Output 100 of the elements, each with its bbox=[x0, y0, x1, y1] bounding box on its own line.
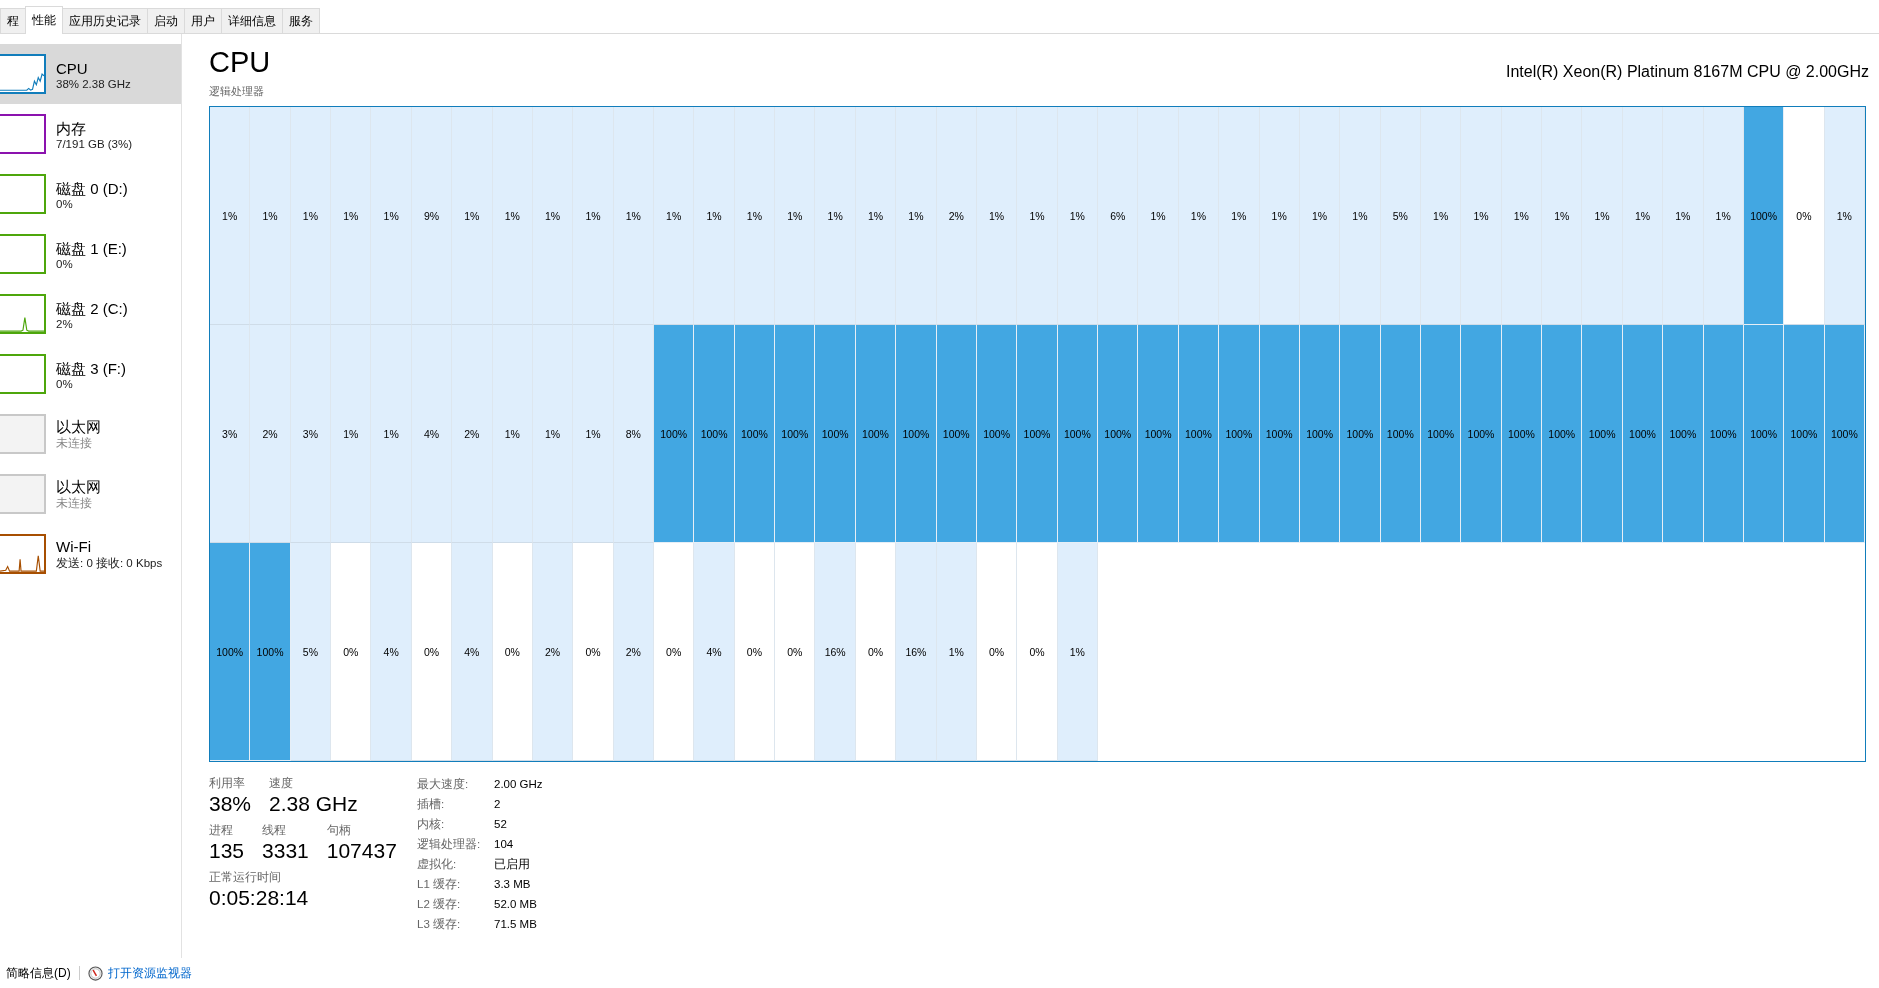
sidebar-item[interactable]: 磁盘 3 (F:) 0% bbox=[0, 344, 181, 404]
processor-cell: 1% bbox=[734, 107, 776, 325]
processor-cell: 100% bbox=[896, 325, 937, 543]
stat-label: 速度 bbox=[269, 776, 295, 791]
detail-value: 2.00 GHz bbox=[494, 777, 543, 792]
processor-cell: 1% bbox=[1138, 107, 1179, 325]
processor-cell: 8% bbox=[613, 325, 654, 543]
detail-label: 内核: bbox=[417, 817, 446, 832]
detail-value: 104 bbox=[494, 837, 515, 852]
processor-cell: 1% bbox=[250, 107, 291, 325]
stat-value: 0:05:28:14 bbox=[209, 885, 309, 911]
device-name: 内存 bbox=[56, 118, 87, 138]
processor-cell: 100% bbox=[1743, 107, 1785, 325]
processor-cell: 0% bbox=[331, 543, 372, 761]
processor-cell: 100% bbox=[694, 325, 735, 543]
sidebar-item[interactable]: 以太网 未连接 bbox=[0, 404, 181, 464]
processor-cell: 16% bbox=[815, 543, 856, 761]
processor-cell: 100% bbox=[1582, 325, 1623, 543]
tab[interactable]: 启动 bbox=[147, 8, 185, 33]
detail-value: 71.5 MB bbox=[494, 917, 538, 932]
stat-label: 正常运行时间 bbox=[209, 870, 282, 885]
processor-cell: 1% bbox=[371, 107, 412, 325]
device-name: 磁盘 3 (F:) bbox=[56, 358, 126, 378]
detail-label: L1 缓存: bbox=[417, 877, 462, 892]
processor-cell: 0% bbox=[976, 543, 1018, 761]
detail-value: 已启用 bbox=[494, 857, 531, 872]
processor-cell: 100% bbox=[210, 543, 251, 761]
detail-value: 2 bbox=[494, 797, 502, 812]
processor-cell: 3% bbox=[290, 325, 332, 543]
tab[interactable]: 程 bbox=[0, 8, 26, 33]
sidebar-item[interactable]: Wi-Fi 发送: 0 接收: 0 Kbps bbox=[0, 524, 181, 584]
sidebar-item[interactable]: 以太网 未连接 bbox=[0, 464, 181, 524]
processor-cell: 2% bbox=[936, 107, 977, 325]
processor-cell: 1% bbox=[1219, 107, 1260, 325]
processor-cell: 1% bbox=[1501, 107, 1543, 325]
processor-cell: 1% bbox=[1057, 107, 1099, 325]
detail-value: 3.3 MB bbox=[494, 877, 532, 892]
processor-cell: 100% bbox=[936, 325, 977, 543]
device-name: 以太网 bbox=[56, 417, 101, 436]
processor-cell: 1% bbox=[815, 107, 856, 325]
processor-cell: 1% bbox=[1824, 107, 1865, 325]
detail-label: 逻辑处理器: bbox=[417, 837, 482, 852]
processor-cell: 1% bbox=[532, 325, 574, 543]
device-status: 0% bbox=[56, 197, 74, 210]
processor-cell: 4% bbox=[371, 543, 412, 761]
processor-cell: 1% bbox=[573, 325, 614, 543]
detail-value: 52 bbox=[494, 817, 508, 832]
tab[interactable]: 详细信息 bbox=[221, 8, 283, 33]
processor-cell: 2% bbox=[532, 543, 574, 761]
processor-cell: 1% bbox=[855, 107, 897, 325]
stat-label: 利用率 bbox=[209, 776, 246, 791]
device-status: 7/191 GB (3%) bbox=[56, 137, 133, 150]
processor-cell: 1% bbox=[1461, 107, 1502, 325]
processor-cell: 1% bbox=[936, 543, 977, 761]
sidebar-item[interactable]: 磁盘 0 (D:) 0% bbox=[0, 164, 181, 224]
stat-value: 3331 bbox=[262, 838, 309, 864]
processor-cell: 1% bbox=[290, 107, 332, 325]
stat-label: 句柄 bbox=[326, 823, 352, 838]
processor-cell: 100% bbox=[1663, 325, 1704, 543]
processor-cell: 100% bbox=[1784, 325, 1825, 543]
processor-cell: 1% bbox=[331, 325, 372, 543]
sidebar-item[interactable]: 内存 7/191 GB (3%) bbox=[0, 104, 181, 164]
processor-cell: 1% bbox=[694, 107, 735, 325]
sidebar-item[interactable]: 磁盘 1 (E:) 0% bbox=[0, 224, 181, 284]
processor-cell: 0% bbox=[734, 543, 776, 761]
stat-value: 135 bbox=[209, 838, 245, 864]
tab[interactable]: 性能 bbox=[25, 6, 63, 34]
sidebar-item[interactable]: 磁盘 2 (C:) 2% bbox=[0, 284, 181, 344]
processor-cell: 100% bbox=[1743, 325, 1785, 543]
processor-cell: 1% bbox=[452, 107, 493, 325]
processor-cell: 100% bbox=[1138, 325, 1179, 543]
tab[interactable]: 应用历史记录 bbox=[62, 8, 148, 33]
processor-cell: 100% bbox=[1380, 325, 1421, 543]
cpu-model: Intel(R) Xeon(R) Platinum 8167M CPU @ 2.00GHz bbox=[1505, 63, 1869, 81]
processor-cell: 100% bbox=[1219, 325, 1260, 543]
tab[interactable]: 服务 bbox=[282, 8, 320, 33]
processor-cell: 100% bbox=[654, 325, 695, 543]
processor-cell: 100% bbox=[815, 325, 856, 543]
processor-cell: 100% bbox=[1622, 325, 1664, 543]
processor-cell: 0% bbox=[1784, 107, 1825, 325]
sidebar-item[interactable]: CPU 38% 2.38 GHz bbox=[0, 44, 181, 104]
processor-cell: 1% bbox=[532, 107, 574, 325]
processor-cell: 3% bbox=[210, 325, 251, 543]
processor-cell: 4% bbox=[411, 325, 453, 543]
processor-cell: 0% bbox=[1017, 543, 1058, 761]
processor-cell: 1% bbox=[775, 107, 816, 325]
resource-monitor-link[interactable]: 打开资源监视器 bbox=[107, 964, 192, 982]
page-title: CPU bbox=[209, 45, 271, 80]
summary-button[interactable]: 简略信息(D) bbox=[6, 964, 71, 982]
processor-cell: 100% bbox=[250, 543, 291, 761]
processor-cell: 1% bbox=[1299, 107, 1341, 325]
processor-cell: 1% bbox=[492, 107, 533, 325]
stat-value: 38% bbox=[209, 791, 252, 817]
processor-cell: 100% bbox=[1259, 325, 1300, 543]
tab[interactable]: 用户 bbox=[184, 8, 222, 33]
device-name: CPU bbox=[56, 58, 89, 78]
processor-cell: 100% bbox=[976, 325, 1018, 543]
processor-cell: 1% bbox=[976, 107, 1018, 325]
device-status: 0% bbox=[56, 377, 74, 390]
processor-cell: 1% bbox=[1017, 107, 1058, 325]
